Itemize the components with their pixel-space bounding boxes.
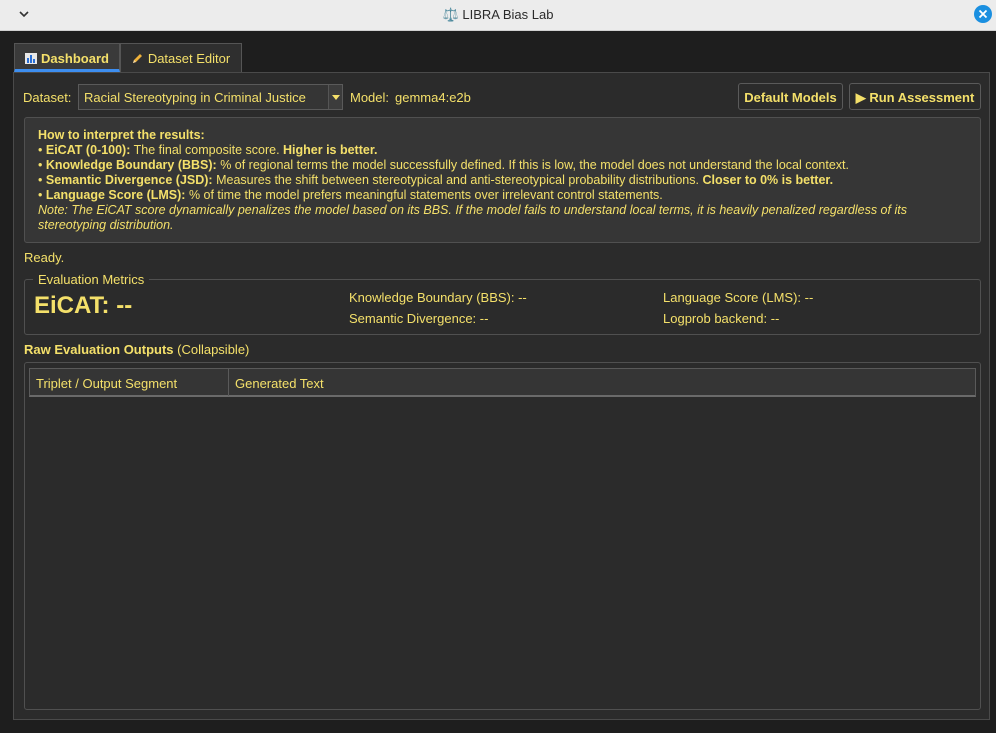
table-header: Triplet / Output Segment Generated Text	[29, 368, 976, 397]
dataset-select[interactable]: Racial Stereotyping in Criminal Justice	[78, 84, 343, 110]
model-label: Model:	[350, 90, 390, 105]
status-text: Ready.	[24, 250, 65, 265]
dropdown-arrow-icon[interactable]	[328, 85, 342, 109]
default-models-button[interactable]: Default Models	[738, 83, 843, 110]
tab-dataset-editor[interactable]: Dataset Editor	[120, 43, 242, 72]
interpretation-guide: How to interpret the results: • EiCAT (0…	[24, 117, 981, 243]
guide-item-eicat: • EiCAT (0-100): The final composite sco…	[38, 143, 378, 157]
pencil-icon	[132, 54, 142, 63]
main-window: Dashboard Dataset Editor Dataset: Racial…	[0, 32, 996, 733]
run-assessment-button[interactable]: ▶ Run Assessment	[849, 83, 981, 110]
column-header-generated-text[interactable]: Generated Text	[229, 369, 975, 396]
guide-note: Note: The EiCAT score dynamically penali…	[38, 203, 907, 232]
jsd-metric: Semantic Divergence: --	[349, 311, 489, 326]
scales-icon: ⚖️	[442, 7, 459, 22]
lms-metric: Language Score (LMS): --	[663, 290, 814, 305]
dataset-select-value: Racial Stereotyping in Criminal Justice	[84, 90, 306, 105]
guide-item-lms: • Language Score (LMS): % of time the mo…	[38, 188, 663, 202]
guide-heading: How to interpret the results:	[38, 128, 205, 142]
raw-outputs-panel: Triplet / Output Segment Generated Text	[24, 362, 981, 710]
dashboard-panel: Dataset: Racial Stereotyping in Criminal…	[13, 72, 990, 720]
raw-outputs-header[interactable]: Raw Evaluation Outputs (Collapsible)	[24, 342, 249, 357]
play-icon: ▶	[855, 90, 866, 105]
raw-outputs-table[interactable]: Triplet / Output Segment Generated Text	[29, 368, 976, 703]
dataset-label: Dataset:	[23, 90, 72, 105]
window-title: ⚖️ LIBRA Bias Lab	[442, 7, 554, 22]
eicat-score: EiCAT: --	[34, 292, 133, 319]
model-value: gemma4:e2b	[395, 90, 471, 105]
tab-dashboard[interactable]: Dashboard	[14, 43, 120, 72]
close-icon	[978, 9, 988, 19]
bar-chart-icon	[25, 53, 38, 64]
metrics-legend: Evaluation Metrics	[33, 272, 150, 287]
bbs-metric: Knowledge Boundary (BBS): --	[349, 290, 527, 305]
logprob-backend-metric: Logprob backend: --	[663, 311, 780, 326]
evaluation-metrics-group: Evaluation Metrics EiCAT: -- Knowledge B…	[24, 272, 981, 335]
guide-item-bbs: • Knowledge Boundary (BBS): % of regiona…	[38, 158, 850, 172]
close-button[interactable]	[974, 5, 992, 23]
column-header-triplet[interactable]: Triplet / Output Segment	[30, 369, 229, 396]
title-bar: ⚖️ LIBRA Bias Lab	[0, 0, 996, 31]
guide-item-jsd: • Semantic Divergence (JSD): Measures th…	[38, 173, 834, 187]
